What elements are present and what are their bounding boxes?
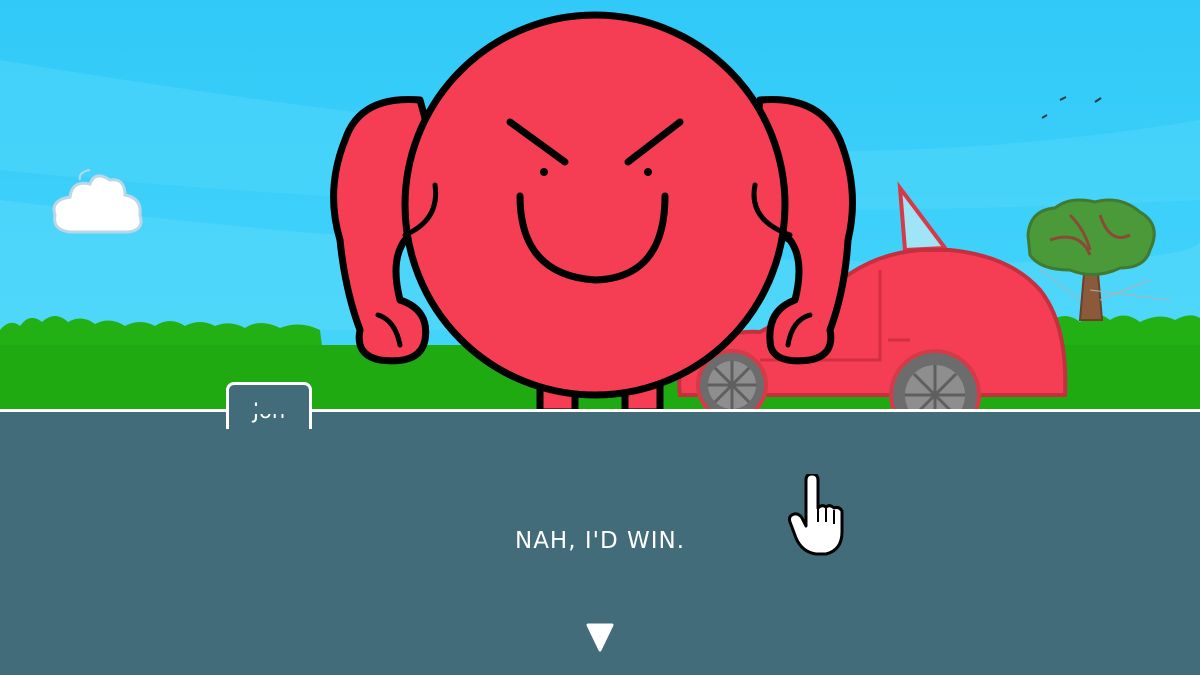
name-tab-join — [229, 406, 309, 414]
hand-pointer-icon — [788, 474, 844, 556]
character-eye — [540, 168, 548, 176]
triangle-down-icon[interactable] — [585, 620, 615, 654]
character-eye — [644, 168, 652, 176]
dialog-text: NAH, I'D WIN. — [514, 528, 686, 554]
